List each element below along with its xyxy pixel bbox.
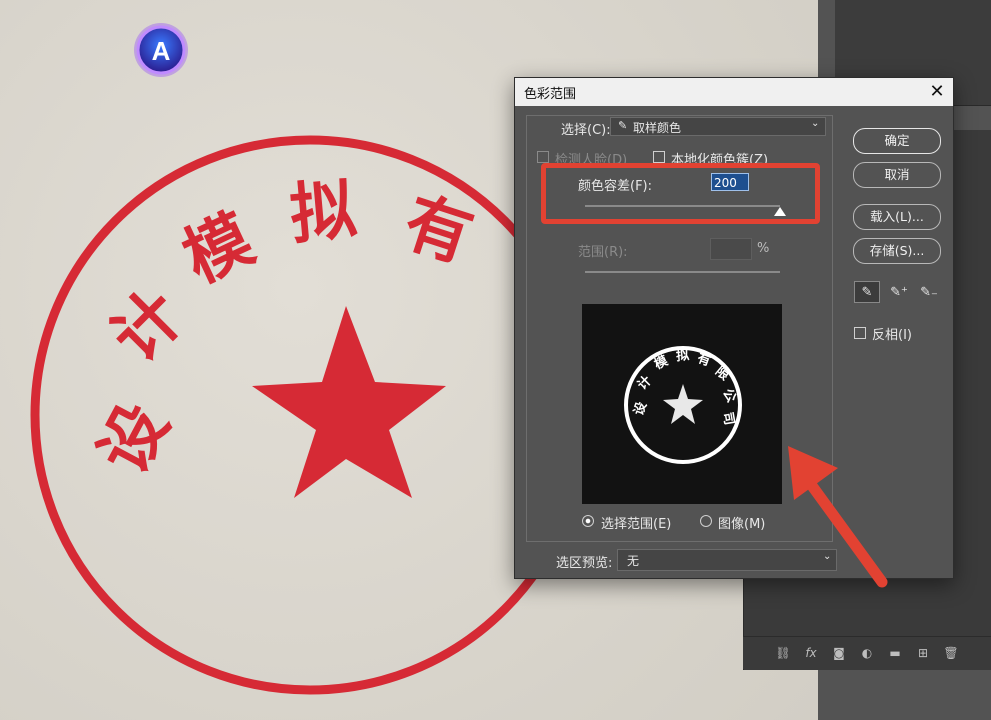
select-dropdown[interactable]: ✎ 取样颜色 ⌄ xyxy=(610,117,826,136)
radio-selection[interactable] xyxy=(582,515,594,527)
stamp-char-2: 计 xyxy=(96,275,198,377)
range-input[interactable] xyxy=(710,238,752,260)
svg-text:计: 计 xyxy=(634,373,655,394)
svg-text:A: A xyxy=(152,36,171,66)
folder-icon[interactable]: ▬ xyxy=(888,646,902,660)
annotation-arrow xyxy=(788,446,888,588)
svg-text:拟: 拟 xyxy=(675,347,689,364)
invert-label: 反相(I) xyxy=(872,328,912,343)
preview-mode-value: 无 xyxy=(627,554,640,568)
eyedropper-minus-icon[interactable]: ✎₋ xyxy=(916,281,942,303)
adjustment-icon[interactable]: ◐ xyxy=(860,646,874,660)
close-icon[interactable]: ✕ xyxy=(927,82,947,102)
preview-mode-label: 选区预览: xyxy=(556,556,613,571)
stamp-char-3: 模 xyxy=(172,199,265,298)
app-logo-icon[interactable]: A xyxy=(131,22,191,80)
trash-icon[interactable]: 🗑 xyxy=(943,646,958,660)
stamp-star xyxy=(252,306,446,498)
stamp-char-1: 设 xyxy=(83,391,183,486)
stamp-char-5: 有 xyxy=(395,182,482,277)
stamp-char-4: 拟 xyxy=(287,170,360,253)
annotation-highlight-box xyxy=(541,163,820,224)
radio-selection-label: 选择范围(E) xyxy=(601,517,672,532)
invert-checkbox[interactable] xyxy=(854,327,866,339)
chevron-down-icon: ⌄ xyxy=(811,118,820,129)
dialog-title: 色彩范围 xyxy=(524,87,577,102)
selection-preview: 设 计 模 拟 有 限 公 司 xyxy=(582,304,782,504)
preview-stamp: 设 计 模 拟 有 限 公 司 xyxy=(624,346,742,464)
svg-text:设: 设 xyxy=(632,399,651,417)
range-label: 范围(R): xyxy=(578,245,628,260)
fx-icon[interactable]: fx xyxy=(804,646,818,660)
select-value: 取样颜色 xyxy=(633,121,682,135)
radio-image[interactable] xyxy=(700,515,712,527)
link-icon[interactable]: ⛓ xyxy=(775,646,790,660)
eyedropper-icon[interactable]: ✎ xyxy=(854,281,880,303)
save-button[interactable]: 存储(S)... xyxy=(853,238,941,264)
dialog-titlebar: 色彩范围 ✕ xyxy=(515,78,953,106)
layers-panel-footer: ⛓ fx ◙ ◐ ▬ ⊞ 🗑 xyxy=(743,636,991,669)
mask-icon[interactable]: ◙ xyxy=(832,646,846,660)
svg-text:司: 司 xyxy=(719,411,736,426)
ok-button[interactable]: 确定 xyxy=(853,128,941,154)
cancel-button[interactable]: 取消 xyxy=(853,162,941,188)
localized-clusters-checkbox[interactable] xyxy=(653,151,665,163)
svg-text:限: 限 xyxy=(712,364,732,384)
detect-faces-checkbox[interactable] xyxy=(537,151,549,163)
range-unit: % xyxy=(757,241,770,256)
eyedropper-small-icon: ✎ xyxy=(618,119,628,132)
new-layer-icon[interactable]: ⊞ xyxy=(916,646,930,660)
select-label: 选择(C): xyxy=(558,119,614,138)
eyedropper-plus-icon[interactable]: ✎⁺ xyxy=(886,281,912,303)
load-button[interactable]: 载入(L)... xyxy=(853,204,941,230)
radio-image-label: 图像(M) xyxy=(718,517,766,532)
range-slider-track[interactable] xyxy=(585,271,780,273)
